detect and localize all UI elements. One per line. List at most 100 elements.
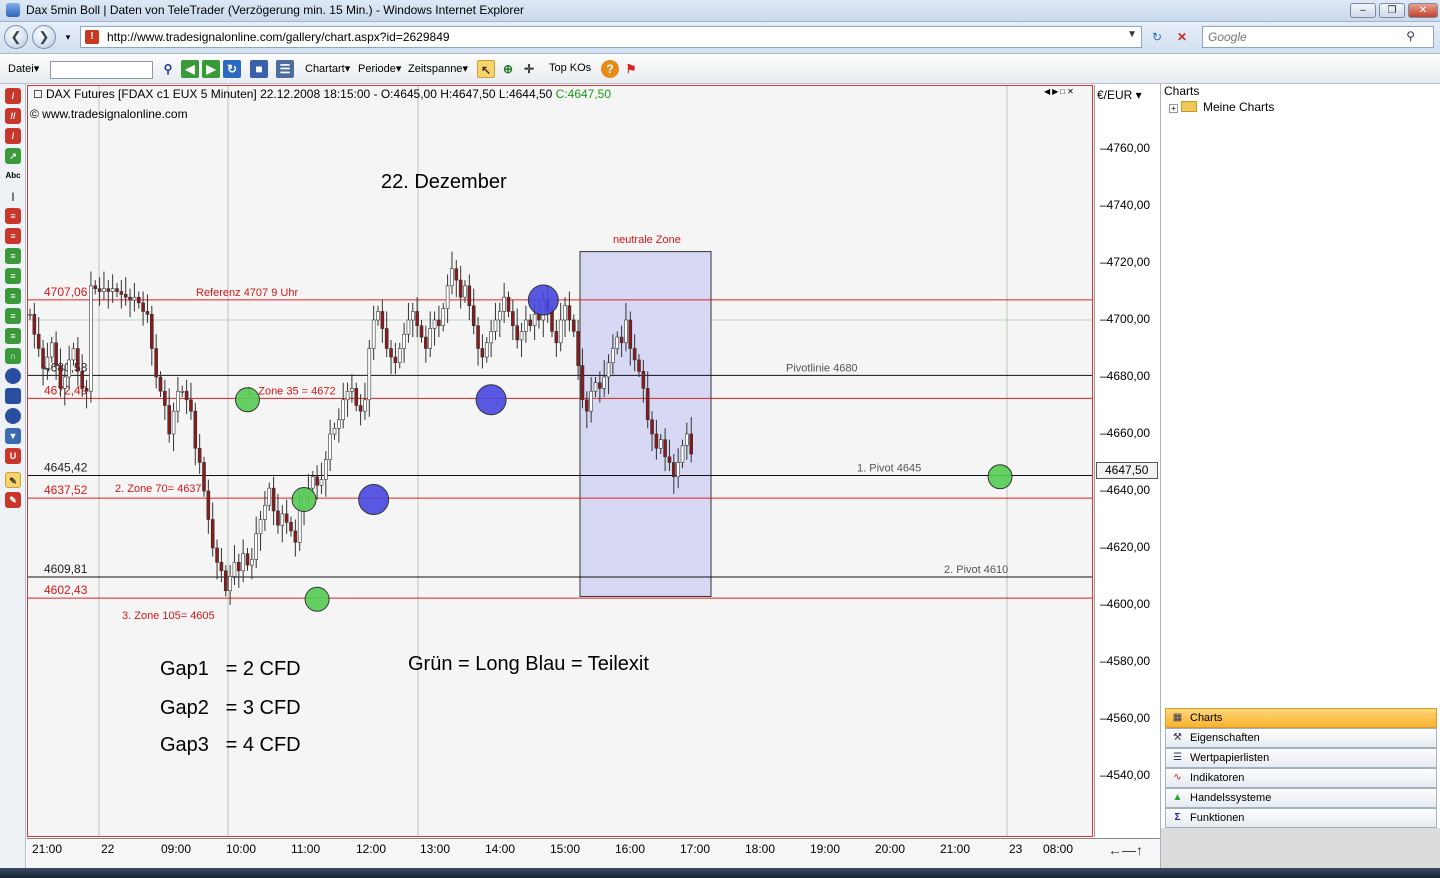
candle-body	[602, 376, 607, 389]
candle-body	[458, 279, 463, 298]
tab-indikatoren[interactable]: ∿ Indikatoren	[1165, 768, 1437, 788]
level-label: 4707,06	[44, 285, 88, 299]
scroll-end-icon[interactable]: ←—↑	[1108, 842, 1143, 858]
candle-body	[345, 390, 350, 401]
candle-body	[363, 399, 367, 412]
candle-body	[445, 285, 450, 309]
candle-body	[84, 388, 89, 392]
candle-body	[467, 285, 472, 307]
candle-body	[554, 331, 559, 344]
price-tick-label: –4540,00	[1100, 768, 1151, 782]
candle-body	[337, 419, 341, 429]
candle-body	[650, 419, 654, 435]
candle-body	[667, 456, 672, 463]
candle-body	[289, 522, 293, 532]
level-note: 1. Zone 35 = 4672	[246, 385, 336, 397]
candle-body	[293, 530, 298, 543]
chart-select-box[interactable]	[34, 90, 42, 98]
currency-unit[interactable]: €/EUR ▾	[1097, 88, 1142, 102]
list-icon: ☰	[1173, 752, 1182, 763]
level-label: 4645,42	[44, 461, 88, 475]
candle-body	[471, 305, 476, 327]
candle-body	[676, 462, 680, 478]
candle-body	[389, 348, 393, 358]
charts-panel: Charts + Meine Charts ▦ Charts ⚒ Eigenschaf…	[1160, 84, 1440, 878]
tab-eigenschaften[interactable]: ⚒ Eigenschaften	[1165, 728, 1437, 748]
time-axis[interactable]	[27, 838, 1160, 868]
time-tick-label: 16:00	[615, 842, 646, 856]
candle-body	[580, 365, 585, 401]
candle-body	[480, 348, 485, 358]
candle-body	[528, 319, 533, 326]
time-tick-label: 22	[101, 842, 115, 856]
chart-window-controls[interactable]: ◀▶□✕	[1044, 87, 1076, 96]
candle-body	[250, 559, 254, 566]
candle-body	[354, 388, 359, 406]
candle-body	[150, 313, 154, 349]
tab-wertpapierlisten[interactable]: ☰ Wertpapierlisten	[1165, 748, 1437, 768]
candle-body	[410, 311, 415, 321]
tab-charts[interactable]: ▦ Charts	[1165, 708, 1437, 728]
candle-body	[680, 445, 685, 463]
candle-body	[380, 311, 385, 329]
candle-body	[232, 561, 237, 577]
candle-body	[358, 405, 363, 412]
time-tick-label: 10:00	[226, 842, 257, 856]
candle-body	[193, 410, 198, 449]
candle-body	[76, 348, 80, 372]
candle-body	[223, 570, 228, 592]
long-marker	[235, 387, 260, 413]
tab-funktionen[interactable]: Σ Funktionen	[1165, 808, 1437, 828]
price-tick-label: –4580,00	[1100, 654, 1151, 668]
tree-item-meine-charts[interactable]: + Meine Charts	[1169, 100, 1274, 114]
level-note: Referenz 4707 9 Uhr	[196, 287, 298, 299]
time-tick-label: 17:00	[680, 842, 711, 856]
candle-body	[671, 462, 676, 478]
chart-header-text: DAX Futures [FDAX c1 EUX 5 Minuten] 22.1…	[46, 87, 556, 101]
time-tick-label: 19:00	[810, 842, 841, 856]
candle-body	[628, 319, 633, 349]
candle-body	[41, 348, 45, 369]
candle-body	[402, 333, 406, 349]
candle-body	[67, 359, 71, 378]
candle-body	[32, 313, 37, 335]
candle-body	[28, 313, 32, 316]
candle-body	[267, 487, 272, 506]
candle-body	[376, 311, 380, 321]
candle-body	[397, 348, 402, 364]
gap3-text: Gap3 = 4 CFD	[160, 734, 301, 756]
candle-body	[245, 553, 250, 566]
candle-body	[532, 313, 537, 326]
candle-body	[97, 288, 102, 292]
candle-body	[332, 427, 337, 435]
candle-body	[202, 462, 206, 492]
candle-body	[141, 302, 145, 312]
candle-body	[115, 288, 119, 292]
candle-body	[484, 342, 489, 358]
candle-body	[254, 533, 258, 560]
candle-body	[106, 288, 111, 292]
level-note: 3. Zone 105= 4605	[122, 610, 215, 622]
price-tick-label: –4660,00	[1100, 426, 1151, 440]
candle-body	[454, 268, 459, 281]
tab-handelssysteme[interactable]: ▲ Handelssysteme	[1165, 788, 1437, 808]
price-tick-label: –4560,00	[1100, 711, 1151, 725]
expand-icon[interactable]: +	[1169, 104, 1178, 113]
time-tick-label: 15:00	[550, 842, 581, 856]
candle-body	[515, 325, 520, 341]
candle-body	[367, 348, 372, 401]
candle-body	[163, 390, 167, 406]
time-tick-label: 23	[1009, 842, 1023, 856]
candle-body	[432, 319, 437, 329]
candle-body	[584, 399, 589, 412]
candle-body	[228, 576, 232, 592]
price-tick-label: –4720,00	[1100, 255, 1151, 269]
candle-body	[428, 328, 433, 349]
partial-exit-marker	[358, 484, 390, 516]
candle-body	[645, 388, 650, 421]
level-label: 4609,81	[44, 562, 88, 576]
candle-body	[424, 336, 428, 349]
time-tick-label: 08:00	[1043, 842, 1074, 856]
candle-body	[176, 390, 180, 412]
candle-body	[241, 553, 245, 572]
